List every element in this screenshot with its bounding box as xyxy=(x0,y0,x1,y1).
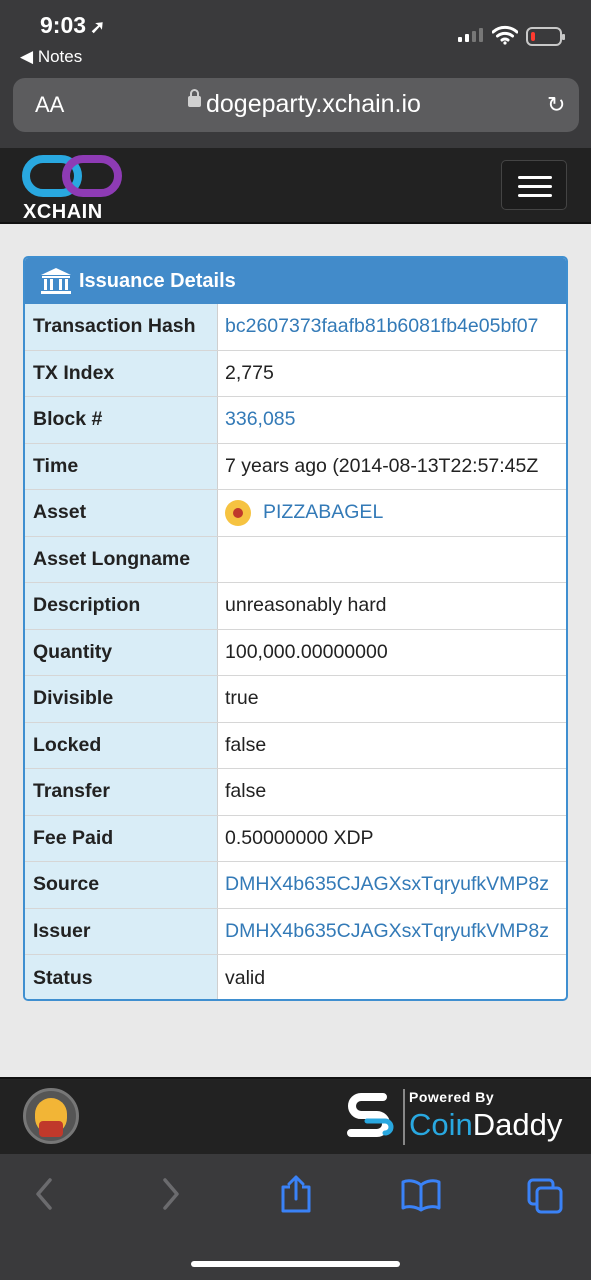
address-bar[interactable]: AA dogeparty.xchain.io ↻ xyxy=(13,78,579,132)
row-label: Transaction Hash xyxy=(25,304,218,350)
location-arrow-icon: ➚ xyxy=(90,17,106,37)
xchain-logo[interactable]: XCHAIN xyxy=(22,154,124,223)
table-row: Transfer false xyxy=(25,769,566,816)
panel-header: Issuance Details xyxy=(25,258,566,304)
row-value: 7 years ago (2014-08-13T22:57:45Z xyxy=(225,454,539,477)
back-to-app-link[interactable]: ◀ Notes xyxy=(20,47,82,67)
row-value: valid xyxy=(225,966,266,989)
asset-link[interactable]: PIZZABAGEL xyxy=(218,490,566,536)
clock-text: 9:03 xyxy=(40,12,87,38)
status-bar: 9:03 ➚ ◀ Notes xyxy=(0,0,591,78)
back-chevron-icon: ◀ xyxy=(20,47,34,66)
asset-name[interactable]: PIZZABAGEL xyxy=(263,501,383,524)
table-row: Transaction Hash bc2607373faafb81b6081fb4… xyxy=(25,304,566,351)
menu-icon-bar xyxy=(518,185,552,188)
row-label: Quantity xyxy=(25,629,218,675)
share-icon[interactable] xyxy=(279,1174,313,1214)
table-row: Block #336,085 xyxy=(25,397,566,444)
divider xyxy=(403,1089,405,1145)
tabs-icon[interactable] xyxy=(527,1178,563,1214)
site-footer: Powered By CoinDaddy xyxy=(0,1077,591,1154)
browser-chrome: AA dogeparty.xchain.io ↻ xyxy=(0,78,591,148)
source-address-link[interactable]: DMHX4b635CJAGXsxTqryufkVMP8z xyxy=(218,862,566,908)
table-row: TX Index 2,775 xyxy=(25,350,566,397)
back-icon[interactable] xyxy=(33,1176,55,1212)
row-label: Transfer xyxy=(25,769,218,815)
row-label: Divisible xyxy=(25,676,218,722)
bank-icon xyxy=(41,268,71,294)
table-row: Asset PIZZABAGEL xyxy=(25,490,566,537)
row-label: Issuer xyxy=(25,908,218,954)
table-row: Time 7 years ago (2014-08-13T22:57:45Z xyxy=(25,443,566,490)
row-value: true xyxy=(225,687,259,710)
lock-icon xyxy=(188,89,201,107)
table-row: Fee Paid 0.50000000 XDP xyxy=(25,815,566,862)
coindaddy-wordmark: CoinDaddy xyxy=(409,1107,562,1143)
forward-icon[interactable] xyxy=(160,1176,182,1212)
row-label: Source xyxy=(25,862,218,908)
issuance-details-panel: Issuance Details Transaction Hash bc26073… xyxy=(23,256,568,1001)
row-value: 2,775 xyxy=(225,361,274,384)
tx-hash-link[interactable]: bc2607373faafb81b6081fb4e05bf07 xyxy=(218,304,566,350)
row-value: unreasonably hard xyxy=(225,594,387,617)
table-row: Description unreasonably hard xyxy=(25,583,566,630)
menu-button[interactable] xyxy=(501,160,567,210)
table-row: Issuer DMHX4b635CJAGXsxTqryufkVMP8z xyxy=(25,908,566,955)
menu-icon xyxy=(518,176,552,179)
powered-by-coindaddy[interactable]: Powered By CoinDaddy xyxy=(343,1087,573,1149)
reload-icon[interactable]: ↻ xyxy=(547,92,565,118)
logo-text: XCHAIN xyxy=(23,201,103,223)
back-to-app-label: Notes xyxy=(37,47,83,66)
row-value: 0.50000000 XDP xyxy=(225,826,374,849)
table-row: Divisible true xyxy=(25,676,566,723)
powered-by-label: Powered By xyxy=(409,1089,495,1105)
row-label: Locked xyxy=(25,722,218,768)
row-label: Block # xyxy=(25,397,218,443)
row-label: Asset xyxy=(25,490,218,536)
url-text[interactable]: dogeparty.xchain.io xyxy=(206,90,421,119)
block-link[interactable]: 336,085 xyxy=(218,397,566,443)
table-row: Asset Longname xyxy=(25,536,566,583)
doge-avatar-icon[interactable] xyxy=(23,1088,79,1144)
row-value xyxy=(218,537,566,583)
cellular-signal-icon xyxy=(458,28,483,42)
coindaddy-logo-icon xyxy=(347,1093,394,1137)
page: 9:03➚ ◀ Notes AA dogeparty.xchain.io ↻ xyxy=(0,0,591,1280)
details-table: Transaction Hash bc2607373faafb81b6081fb4… xyxy=(25,304,566,999)
menu-icon-bar xyxy=(518,194,552,197)
row-value: 100,000.00000000 xyxy=(225,640,388,663)
panel-title: Issuance Details xyxy=(79,270,236,292)
row-value: false xyxy=(225,780,267,803)
row-label: Status xyxy=(25,955,218,999)
row-label: Fee Paid xyxy=(25,815,218,861)
row-label: TX Index xyxy=(25,350,218,396)
brand-daddy: Daddy xyxy=(472,1107,563,1142)
row-value: false xyxy=(225,733,267,756)
home-indicator[interactable] xyxy=(191,1261,400,1267)
table-row: Status valid xyxy=(25,955,566,999)
bookmarks-icon[interactable] xyxy=(401,1178,441,1212)
brand-coin: Coin xyxy=(409,1107,473,1142)
row-label: Time xyxy=(25,443,218,489)
issuer-address-link[interactable]: DMHX4b635CJAGXsxTqryufkVMP8z xyxy=(218,909,566,955)
row-label: Description xyxy=(25,583,218,629)
table-row: Locked false xyxy=(25,722,566,769)
table-row: Source DMHX4b635CJAGXsxTqryufkVMP8z xyxy=(25,862,566,909)
row-label: Asset Longname xyxy=(25,536,218,582)
wifi-icon xyxy=(492,25,518,45)
table-row: Quantity 100,000.00000000 xyxy=(25,629,566,676)
xchain-logo-icon xyxy=(22,155,122,197)
clock: 9:03 ➚ xyxy=(40,12,105,39)
site-header: XCHAIN xyxy=(0,148,591,224)
battery-icon xyxy=(526,27,565,46)
asset-avatar-icon xyxy=(225,499,251,526)
text-size-button[interactable]: AA xyxy=(35,92,64,118)
